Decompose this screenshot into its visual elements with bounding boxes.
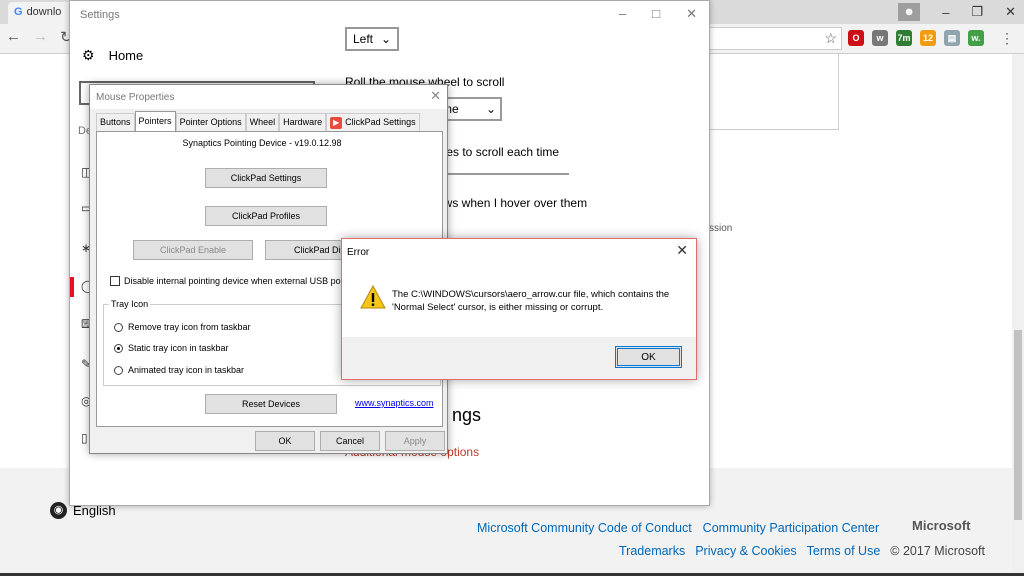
trademarks-link[interactable]: Trademarks	[619, 544, 685, 558]
tab-pointers[interactable]: Pointers	[134, 111, 176, 132]
chevron-down-icon: ⌄	[380, 32, 391, 46]
privacy-link[interactable]: Privacy & Cookies	[695, 544, 796, 558]
lines-label: ines to scroll each time	[437, 145, 560, 159]
copyright: © 2017 Microsoft	[890, 544, 985, 558]
forward-button[interactable]: →	[33, 28, 48, 46]
radio-circle-selected[interactable]	[114, 343, 123, 353]
checkbox-box[interactable]	[110, 276, 120, 286]
chrome-menu-icon[interactable]: ⋮	[1000, 30, 1014, 47]
error-dialog: Error ✕ The C:\WINDOWS\cursors\aero_arro…	[341, 238, 697, 380]
tab-clickpad-label: ClickPad Settings	[345, 117, 416, 127]
radio-remove-label: Remove tray icon from taskbar	[128, 322, 251, 332]
tab-title: downlo	[26, 6, 62, 18]
tray-icon-group-label: Tray Icon	[109, 299, 151, 309]
microsoft-brand: Microsoft	[912, 518, 971, 533]
synaptics-link[interactable]: www.synaptics.com	[355, 398, 434, 408]
error-title: Error	[347, 247, 370, 258]
mouse-properties-titlebar: Mouse Properties ✕	[90, 85, 447, 109]
radio-static-tray[interactable]: Static tray icon in taskbar	[114, 343, 229, 353]
doc-ext-icon[interactable]: ▤	[944, 30, 960, 46]
minimize-icon[interactable]: –	[942, 5, 949, 20]
browser-window-controls: ☻ – ❐ ✕	[898, 0, 1016, 24]
settings-close-icon[interactable]: ✕	[686, 6, 697, 22]
globe-icon: ◉	[50, 502, 67, 519]
restore-icon[interactable]: ❐	[971, 4, 983, 20]
web-text-snippet: ssion	[709, 223, 733, 234]
address-bar[interactable]: ☆	[700, 27, 842, 50]
profile-icon[interactable]: ☻	[898, 3, 921, 21]
tab-clickpad-settings[interactable]: ▶ ClickPad Settings	[326, 113, 420, 132]
device-name: Synaptics Pointing Device - v19.0.12.98	[182, 138, 342, 148]
close-icon[interactable]: ✕	[676, 242, 688, 259]
radio-animated-tray[interactable]: Animated tray icon in taskbar	[114, 365, 244, 375]
terms-link[interactable]: Terms of Use	[807, 544, 881, 558]
close-icon[interactable]: ✕	[430, 88, 441, 104]
hover-label: ows when I hover over them	[437, 196, 588, 210]
clickpad-profiles-button[interactable]: ClickPad Profiles	[205, 206, 327, 226]
home-nav[interactable]: ⚙ Home	[82, 47, 143, 64]
opera-icon[interactable]: O	[848, 30, 864, 46]
disable-internal-checkbox[interactable]: Disable internal pointing device when ex…	[110, 276, 357, 286]
tab-wheel[interactable]: Wheel	[245, 113, 280, 132]
primary-button-dropdown[interactable]: Left ⌄	[345, 27, 399, 51]
error-content: Error ✕ The C:\WINDOWS\cursors\aero_arro…	[342, 239, 696, 337]
home-label: Home	[108, 48, 144, 63]
usb-icon[interactable]: ▯	[81, 431, 88, 445]
orange-ext-icon[interactable]: 12	[920, 30, 936, 46]
tab-pointer-options[interactable]: Pointer Options	[175, 113, 246, 132]
tab-hardware[interactable]: Hardware	[279, 113, 327, 132]
w-dot-icon[interactable]: w.	[968, 30, 984, 46]
scrollbar-thumb[interactable]	[1014, 330, 1022, 520]
close-icon[interactable]: ✕	[1005, 4, 1016, 20]
reset-devices-button[interactable]: Reset Devices	[205, 394, 337, 414]
google-favicon-icon: G	[14, 6, 23, 18]
bookmark-star-icon[interactable]: ☆	[824, 30, 837, 47]
clickpad-icon: ▶	[330, 117, 343, 129]
primary-button-value: Left	[353, 32, 374, 46]
clickpad-settings-button[interactable]: ClickPad Settings	[205, 168, 327, 188]
cancel-button[interactable]: Cancel	[320, 431, 380, 451]
radio-circle[interactable]	[114, 365, 123, 375]
warning-icon	[360, 285, 386, 309]
7m-icon[interactable]: 7m	[896, 30, 912, 46]
related-settings-heading: ngs	[452, 405, 482, 425]
apply-button[interactable]: Apply	[385, 431, 445, 451]
tab-buttons[interactable]: Buttons	[96, 113, 135, 132]
participation-center-link[interactable]: Community Participation Center	[703, 521, 879, 535]
w-icon[interactable]: w	[872, 30, 888, 46]
code-of-conduct-link[interactable]: Microsoft Community Code of Conduct	[477, 521, 692, 535]
active-indicator	[70, 277, 74, 297]
error-ok-button[interactable]: OK	[615, 346, 682, 368]
settings-maximize-icon[interactable]: □	[652, 6, 660, 22]
lines-slider[interactable]	[430, 173, 569, 175]
ok-button[interactable]: OK	[255, 431, 315, 451]
gear-icon: ⚙	[82, 47, 95, 63]
mouse-properties-tabs: Buttons Pointers Pointer Options Wheel H…	[96, 111, 420, 132]
settings-minimize-icon[interactable]: –	[619, 6, 626, 22]
clickpad-enable-button[interactable]: ClickPad Enable	[133, 240, 253, 260]
chevron-down-icon: ⌄	[485, 102, 496, 116]
error-message: The C:\WINDOWS\cursors\aero_arrow.cur fi…	[392, 289, 670, 313]
settings-title: Settings	[80, 9, 120, 21]
radio-remove-tray[interactable]: Remove tray icon from taskbar	[114, 322, 251, 332]
web-content-panel	[709, 54, 839, 130]
mouse-properties-title: Mouse Properties	[96, 92, 175, 103]
extension-icons: Ow 7m 12 ▤ w.	[848, 30, 984, 46]
back-button[interactable]: ←	[6, 28, 21, 46]
radio-circle[interactable]	[114, 322, 123, 332]
page-scrollbar[interactable]	[1012, 54, 1024, 576]
disable-internal-label: Disable internal pointing device when ex…	[124, 276, 358, 286]
radio-static-label: Static tray icon in taskbar	[128, 343, 229, 353]
radio-animated-label: Animated tray icon in taskbar	[128, 365, 245, 375]
